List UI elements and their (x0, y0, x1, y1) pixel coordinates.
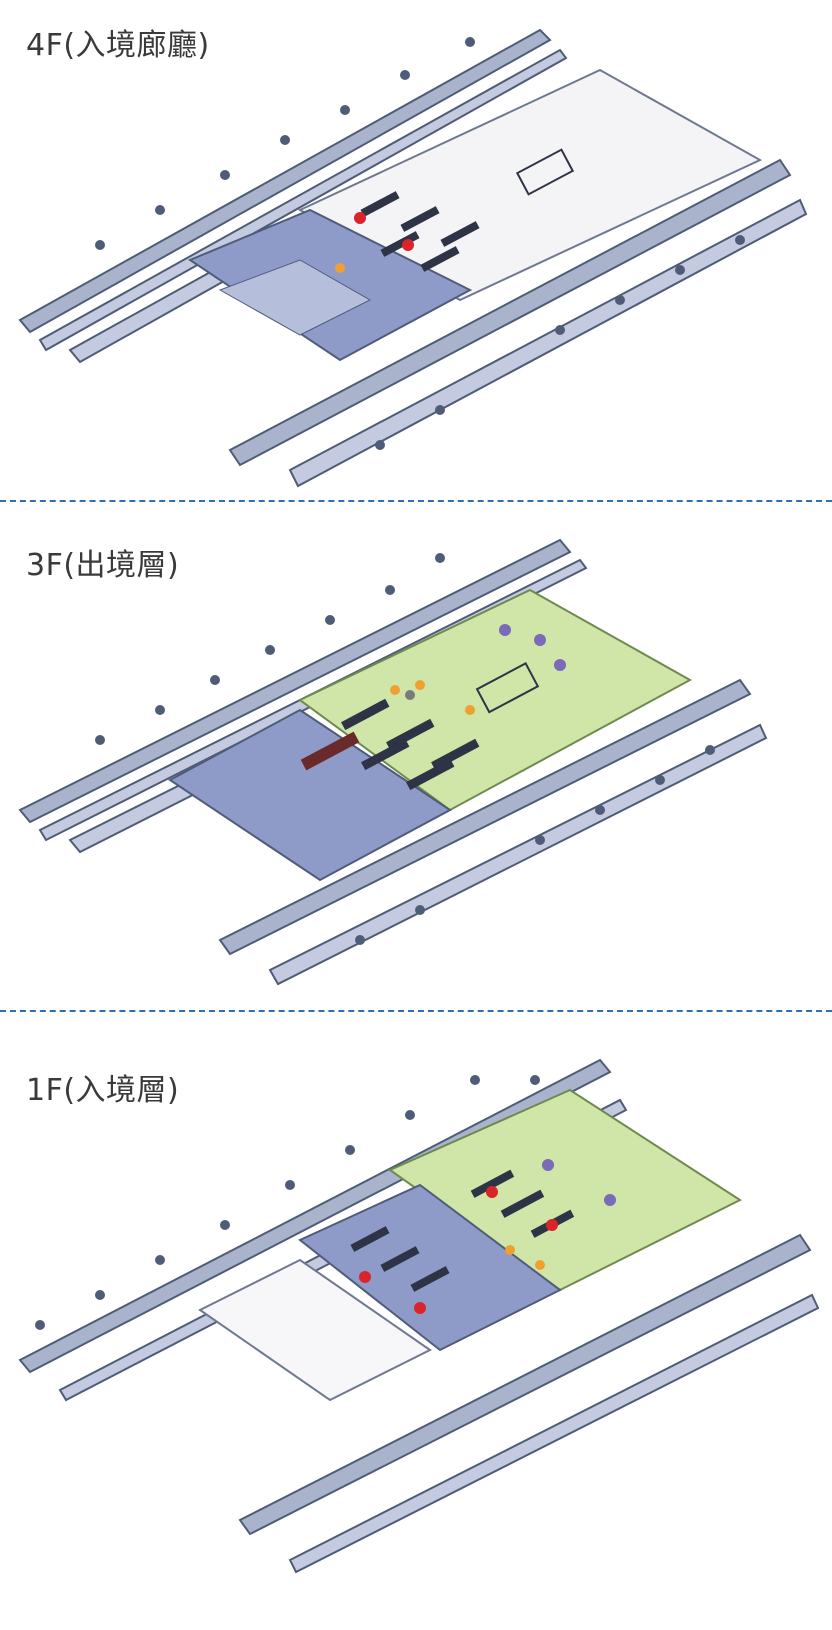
marker-pin-icon (402, 239, 414, 251)
floor-panel-3f: 3F(出境層) (0, 510, 832, 1010)
gate-stand-icon (470, 1075, 480, 1085)
marker-pin-icon (335, 263, 345, 273)
gate-stand-icon (465, 37, 475, 47)
marker-pin-icon (554, 659, 566, 671)
gate-stand-icon (375, 440, 385, 450)
marker-pin-icon (405, 690, 415, 700)
gate-stand-icon (735, 235, 745, 245)
marker-pin-icon (534, 634, 546, 646)
marker-pin-icon (505, 1245, 515, 1255)
gate-stand-icon (280, 135, 290, 145)
floor-plan-4f (18, 28, 808, 488)
gate-stand-icon (265, 645, 275, 655)
gate-stand-icon (95, 735, 105, 745)
gate-stand-icon (705, 745, 715, 755)
marker-pin-icon (499, 624, 511, 636)
gate-stand-icon (95, 240, 105, 250)
marker-pin-icon (390, 685, 400, 695)
gate-stand-icon (435, 553, 445, 563)
gate-stand-icon (220, 170, 230, 180)
gate-stand-icon (435, 405, 445, 415)
marker-pin-icon (359, 1271, 371, 1283)
gate-stand-icon (555, 325, 565, 335)
gate-stand-icon (405, 1110, 415, 1120)
gate-stand-icon (220, 1220, 230, 1230)
gate-stand-icon (210, 675, 220, 685)
marker-pin-icon (486, 1186, 498, 1198)
marker-pin-icon (415, 680, 425, 690)
gate-stand-icon (530, 1075, 540, 1085)
gate-stand-icon (675, 265, 685, 275)
gate-stand-icon (415, 905, 425, 915)
gate-stand-icon (595, 805, 605, 815)
gate-stand-icon (385, 585, 395, 595)
floor-plan-1f (18, 1058, 820, 1574)
marker-pin-icon (546, 1219, 558, 1231)
gate-stand-icon (355, 935, 365, 945)
section-divider (0, 1010, 832, 1012)
gate-stand-icon (35, 1320, 45, 1330)
marker-pin-icon (535, 1260, 545, 1270)
floor-panel-4f: 4F(入境廊廳) (0, 0, 832, 500)
gate-stand-icon (655, 775, 665, 785)
gate-stand-icon (155, 205, 165, 215)
marker-pin-icon (542, 1159, 554, 1171)
marker-pin-icon (354, 212, 366, 224)
gate-stand-icon (285, 1180, 295, 1190)
gate-stand-icon (155, 1255, 165, 1265)
gate-stand-icon (340, 105, 350, 115)
gate-stand-icon (95, 1290, 105, 1300)
floor-plan-3f (18, 538, 768, 986)
gate-stand-icon (535, 835, 545, 845)
marker-pin-icon (604, 1194, 616, 1206)
gate-stand-icon (155, 705, 165, 715)
section-divider (0, 500, 832, 502)
floor-panel-1f: 1F(入境層) (0, 1020, 832, 1620)
gate-stand-icon (615, 295, 625, 305)
marker-pin-icon (465, 705, 475, 715)
gate-stand-icon (345, 1145, 355, 1155)
marker-pin-icon (414, 1302, 426, 1314)
gate-stand-icon (325, 615, 335, 625)
gate-stand-icon (400, 70, 410, 80)
